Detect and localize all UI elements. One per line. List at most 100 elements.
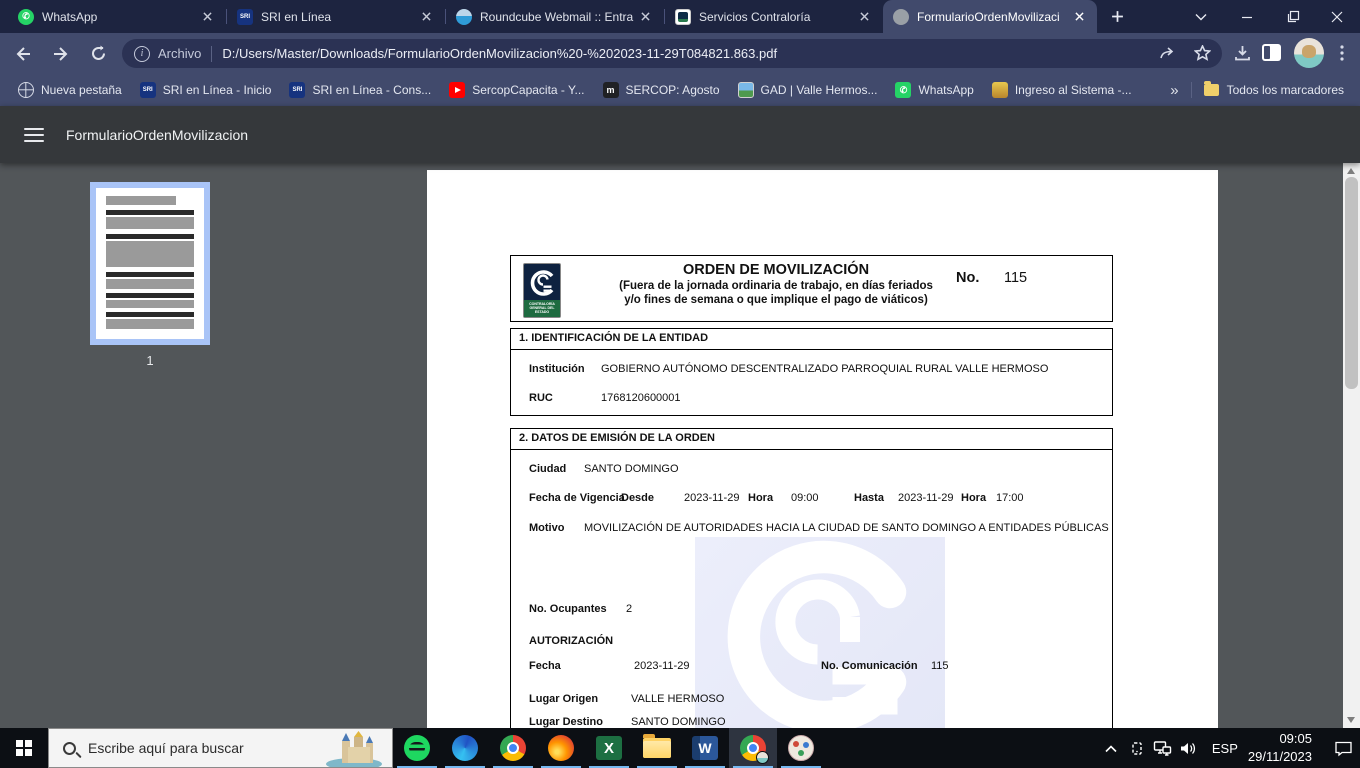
tray-clock[interactable]: 09:05 29/11/2023 (1248, 730, 1312, 765)
reload-icon[interactable] (84, 39, 113, 68)
bookmark-nueva-pestana[interactable]: Nueva pestaña (18, 82, 122, 98)
excel-icon: X (596, 736, 622, 760)
bookmark-label: SRI en Línea - Cons... (312, 83, 431, 97)
scroll-up-icon[interactable] (1347, 168, 1355, 174)
back-icon[interactable] (8, 39, 37, 68)
tab-close-icon[interactable] (1071, 9, 1087, 25)
browser-toolbar: i Archivo D:/Users/Master/Downloads/Form… (0, 33, 1360, 74)
taskbar-spotify[interactable] (393, 728, 441, 768)
action-center-icon[interactable] (1326, 728, 1360, 768)
taskbar-firefox[interactable] (537, 728, 585, 768)
gad-icon (738, 82, 754, 98)
browser-tab-strip: ✆ WhatsApp SRI SRI en Línea Roundcube We… (0, 0, 1360, 33)
motivo-value: MOVILIZACIÓN DE AUTORIDADES HACIA LA CIU… (584, 522, 1109, 534)
bookmark-sercopcapacita[interactable]: SercopCapacita - Y... (449, 82, 584, 98)
tray-device-icon[interactable] (1124, 728, 1150, 768)
taskbar-paint[interactable] (777, 728, 825, 768)
forward-icon[interactable] (46, 39, 75, 68)
tab-pdf-active[interactable]: FormularioOrdenMovilizaci (883, 0, 1097, 33)
taskbar-chrome-active[interactable] (729, 728, 777, 768)
start-button[interactable] (0, 728, 48, 768)
taskbar-file-explorer[interactable] (633, 728, 681, 768)
profile-avatar[interactable] (1294, 38, 1324, 68)
sercop-icon: m (603, 82, 619, 98)
tray-chevron-up-icon[interactable] (1098, 728, 1124, 768)
page-info-icon[interactable]: i (134, 46, 150, 62)
thumbnail-page-number: 1 (90, 353, 210, 368)
address-divider (211, 46, 212, 62)
address-bar[interactable]: i Archivo D:/Users/Master/Downloads/Form… (122, 39, 1222, 68)
bookmark-star-icon[interactable] (1191, 42, 1213, 64)
institucion-value: GOBIERNO AUTÓNOMO DESCENTRALIZADO PARROQ… (601, 363, 1048, 375)
new-tab-button[interactable] (1100, 0, 1134, 33)
vertical-scrollbar[interactable] (1343, 163, 1360, 728)
tray-network-icon[interactable] (1150, 728, 1176, 768)
bookmark-sri-consultas[interactable]: SRISRI en Línea - Cons... (289, 82, 431, 98)
taskbar-excel[interactable]: X (585, 728, 633, 768)
system-tray: ESP 09:05 29/11/2023 (1098, 728, 1360, 768)
tab-close-icon[interactable] (856, 9, 872, 25)
taskbar-word[interactable]: W (681, 728, 729, 768)
chrome-icon (500, 735, 526, 761)
taskbar-chrome[interactable] (489, 728, 537, 768)
pdf-toolbar: FormularioOrdenMovilizacion (0, 106, 1360, 163)
motivo-label: Motivo (529, 522, 564, 534)
bookmark-whatsapp[interactable]: ✆WhatsApp (895, 82, 973, 98)
scrollbar-thumb[interactable] (1345, 177, 1358, 389)
side-panel-icon[interactable] (1262, 44, 1281, 61)
pdf-document-title: FormularioOrdenMovilizacion (66, 127, 248, 143)
taskbar-edge[interactable] (441, 728, 489, 768)
destino-value: SANTO DOMINGO (631, 716, 726, 728)
pdf-page: CONTRALORÍA GENERAL DEL ESTADO ORDEN DE … (427, 170, 1218, 728)
pdf-favicon (893, 9, 909, 25)
tab-search-chevron-icon[interactable] (1178, 0, 1224, 33)
tray-volume-icon[interactable] (1176, 728, 1202, 768)
taskbar-search-input[interactable]: Escribe aquí para buscar (48, 728, 393, 768)
tab-contraloria[interactable]: Servicios Contraloría (665, 0, 882, 33)
bookmark-gad-valle-hermoso[interactable]: GAD | Valle Hermos... (738, 82, 878, 98)
section2-body-box: Ciudad SANTO DOMINGO Fecha de Vigencia D… (510, 450, 1113, 728)
windows-taskbar: Escribe aquí para buscar X W (0, 728, 1360, 768)
sri-favicon: SRI (237, 9, 253, 25)
origen-label: Lugar Origen (529, 693, 598, 705)
window-minimize-button[interactable] (1224, 0, 1270, 33)
share-icon[interactable] (1156, 42, 1178, 64)
all-bookmarks-folder[interactable]: Todos los marcadores (1204, 83, 1344, 97)
tab-close-icon[interactable] (418, 9, 434, 25)
bookmark-label: SercopCapacita - Y... (472, 83, 584, 97)
whatsapp-icon: ✆ (895, 82, 911, 98)
browser-menu-icon[interactable] (1331, 42, 1353, 64)
section2-header: 2. DATOS DE EMISIÓN DE LA ORDEN (519, 432, 715, 444)
cge-logo: CONTRALORÍA GENERAL DEL ESTADO (523, 263, 561, 318)
address-url[interactable]: D:/Users/Master/Downloads/FormularioOrde… (222, 46, 777, 61)
page-thumbnail-selected[interactable] (90, 182, 210, 345)
edge-icon (452, 735, 478, 761)
bookmark-sercop-agosto[interactable]: mSERCOP: Agosto (603, 82, 720, 98)
tab-close-icon[interactable] (199, 9, 215, 25)
hora1-value: 09:00 (791, 492, 819, 504)
bookmarks-bar: Nueva pestaña SRISRI en Línea - Inicio S… (0, 74, 1360, 106)
ruc-label: RUC (529, 392, 553, 404)
windows-logo-icon (16, 740, 32, 756)
window-close-button[interactable] (1314, 0, 1360, 33)
language-indicator[interactable]: ESP (1212, 741, 1238, 756)
bookmarks-overflow-icon[interactable]: » (1170, 82, 1178, 99)
order-number-label: No. (956, 270, 979, 286)
paint-icon (788, 735, 814, 761)
chrome-icon (740, 735, 766, 761)
bookmark-sri-inicio[interactable]: SRISRI en Línea - Inicio (140, 82, 272, 98)
tab-whatsapp[interactable]: ✆ WhatsApp (8, 0, 225, 33)
window-maximize-button[interactable] (1270, 0, 1316, 33)
scroll-down-icon[interactable] (1347, 717, 1355, 723)
tab-sri[interactable]: SRI SRI en Línea (227, 0, 444, 33)
search-highlight-image[interactable] (324, 731, 390, 767)
bookmark-ingreso-sistema[interactable]: Ingreso al Sistema -... (992, 82, 1132, 98)
tab-close-icon[interactable] (637, 9, 653, 25)
pdf-menu-icon[interactable] (24, 128, 44, 142)
hora2-label: Hora (961, 492, 986, 504)
search-icon (63, 742, 76, 755)
desde-value: 2023-11-29 (684, 492, 739, 504)
sri-icon: SRI (140, 82, 156, 98)
downloads-icon[interactable] (1231, 42, 1253, 64)
tab-roundcube[interactable]: Roundcube Webmail :: Entra (446, 0, 663, 33)
